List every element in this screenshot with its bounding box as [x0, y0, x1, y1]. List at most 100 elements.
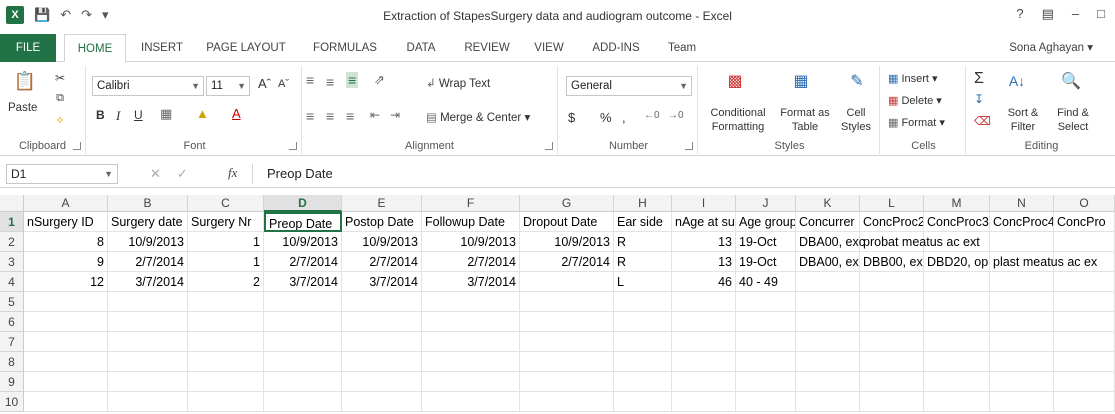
- maximize-icon[interactable]: □: [1097, 6, 1105, 22]
- table-cell[interactable]: DBB00, ex: [860, 252, 924, 272]
- table-cell[interactable]: [520, 352, 614, 372]
- column-header-d[interactable]: D: [264, 195, 342, 212]
- cancel-icon[interactable]: ✕: [150, 166, 161, 182]
- column-header-h[interactable]: H: [614, 195, 672, 212]
- tab-formulas[interactable]: FORMULAS: [306, 34, 384, 62]
- table-cell[interactable]: [342, 372, 422, 392]
- row-header-10[interactable]: 10: [0, 392, 24, 412]
- table-cell[interactable]: 3/7/2014: [342, 272, 422, 292]
- column-header-i[interactable]: I: [672, 195, 736, 212]
- table-cell[interactable]: [108, 352, 188, 372]
- clipboard-launcher-icon[interactable]: [73, 142, 81, 150]
- table-cell[interactable]: [796, 392, 860, 412]
- column-header-k[interactable]: K: [796, 195, 860, 212]
- table-cell[interactable]: [422, 372, 520, 392]
- bottom-align-icon[interactable]: ≡: [346, 72, 359, 88]
- table-cell[interactable]: [108, 332, 188, 352]
- italic-button[interactable]: I: [116, 108, 120, 124]
- table-cell[interactable]: [672, 332, 736, 352]
- select-all-corner[interactable]: [0, 195, 24, 212]
- minimize-icon[interactable]: –: [1072, 6, 1079, 22]
- fill-color-icon[interactable]: ▲: [196, 106, 209, 121]
- tab-view[interactable]: VIEW: [528, 34, 570, 62]
- table-cell[interactable]: [188, 292, 264, 312]
- column-header-n[interactable]: N: [990, 195, 1054, 212]
- table-cell[interactable]: [520, 272, 614, 292]
- table-cell[interactable]: [264, 332, 342, 352]
- table-cell[interactable]: [990, 272, 1054, 292]
- table-cell[interactable]: [520, 312, 614, 332]
- font-launcher-icon[interactable]: [289, 142, 297, 150]
- number-format-select[interactable]: General ▼: [566, 76, 692, 96]
- table-cell[interactable]: 10/9/2013: [422, 232, 520, 252]
- table-cell[interactable]: 19-Oct: [736, 252, 796, 272]
- column-header-b[interactable]: B: [108, 195, 188, 212]
- format-painter-icon[interactable]: ✧: [52, 112, 68, 128]
- header-cell[interactable]: Surgery Nr: [188, 212, 264, 232]
- table-cell[interactable]: [614, 332, 672, 352]
- copy-icon[interactable]: ⧉: [52, 90, 68, 106]
- middle-align-icon[interactable]: ≡: [326, 74, 334, 90]
- table-cell[interactable]: [342, 292, 422, 312]
- align-center-icon[interactable]: ≡: [326, 108, 334, 124]
- tab-file[interactable]: FILE: [0, 34, 56, 62]
- table-cell[interactable]: 13: [672, 232, 736, 252]
- table-cell[interactable]: [24, 392, 108, 412]
- table-cell[interactable]: [796, 272, 860, 292]
- table-cell[interactable]: [860, 372, 924, 392]
- table-cell[interactable]: 2/7/2014: [342, 252, 422, 272]
- table-cell[interactable]: 40 - 49: [736, 272, 796, 292]
- header-cell[interactable]: Age group: [736, 212, 796, 232]
- table-cell[interactable]: [924, 312, 990, 332]
- table-cell[interactable]: [1054, 292, 1115, 312]
- table-cell[interactable]: [422, 332, 520, 352]
- table-cell[interactable]: 12: [24, 272, 108, 292]
- table-cell[interactable]: [672, 372, 736, 392]
- table-cell[interactable]: [614, 392, 672, 412]
- percent-button[interactable]: %: [600, 110, 612, 125]
- table-cell[interactable]: [924, 332, 990, 352]
- name-box[interactable]: D1 ▼: [6, 164, 118, 184]
- table-cell[interactable]: [422, 352, 520, 372]
- tab-insert[interactable]: INSERT: [136, 34, 188, 62]
- header-cell[interactable]: ConcProc2: [860, 212, 924, 232]
- ribbon-display-icon[interactable]: ▤: [1042, 6, 1054, 22]
- currency-button[interactable]: $: [568, 110, 575, 125]
- table-cell[interactable]: [108, 392, 188, 412]
- sort-filter-button[interactable]: Sort & Filter: [998, 106, 1048, 134]
- table-cell[interactable]: 10/9/2013: [342, 232, 422, 252]
- table-cell[interactable]: [736, 292, 796, 312]
- table-cell[interactable]: [520, 392, 614, 412]
- table-cell[interactable]: [342, 392, 422, 412]
- table-cell[interactable]: [736, 352, 796, 372]
- header-cell[interactable]: Ear side: [614, 212, 672, 232]
- table-cell[interactable]: L: [614, 272, 672, 292]
- table-cell[interactable]: [264, 372, 342, 392]
- format-as-table-button[interactable]: Format as Table: [776, 106, 834, 134]
- table-cell[interactable]: [614, 292, 672, 312]
- align-right-icon[interactable]: ≡: [346, 108, 354, 124]
- clear-icon[interactable]: ⌫: [974, 114, 991, 128]
- tab-add-ins[interactable]: ADD-INS: [584, 34, 648, 62]
- tab-review[interactable]: REVIEW: [456, 34, 518, 62]
- table-cell[interactable]: [1054, 392, 1115, 412]
- table-cell[interactable]: [188, 372, 264, 392]
- table-cell[interactable]: 19-Oct: [736, 232, 796, 252]
- font-color-icon[interactable]: A: [232, 106, 241, 121]
- table-cell[interactable]: [924, 272, 990, 292]
- table-cell[interactable]: [1054, 312, 1115, 332]
- table-cell[interactable]: 2: [188, 272, 264, 292]
- table-cell[interactable]: [860, 292, 924, 312]
- insert-cells-button[interactable]: ▦ Insert ▾: [888, 72, 938, 85]
- column-header-o[interactable]: O: [1054, 195, 1115, 212]
- table-cell[interactable]: [24, 332, 108, 352]
- row-header-8[interactable]: 8: [0, 352, 24, 372]
- table-cell[interactable]: [860, 332, 924, 352]
- header-cell[interactable]: ConcProc3: [924, 212, 990, 232]
- increase-indent-icon[interactable]: ⇥: [390, 108, 400, 122]
- header-cell[interactable]: Followup Date: [422, 212, 520, 232]
- table-cell[interactable]: 1: [188, 232, 264, 252]
- help-icon[interactable]: ?: [1016, 6, 1023, 22]
- tab-page-layout[interactable]: PAGE LAYOUT: [202, 34, 290, 62]
- header-cell[interactable]: ConcProc4: [990, 212, 1054, 232]
